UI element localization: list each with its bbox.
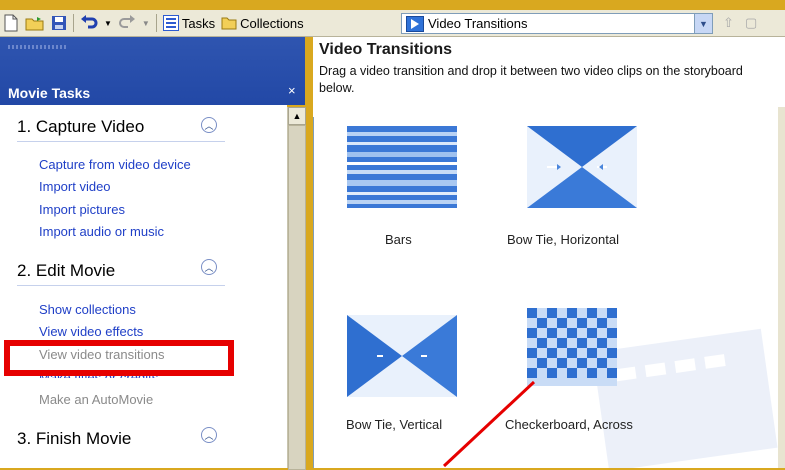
movie-tasks-title: Movie Tasks — [8, 85, 91, 101]
tasks-label: Tasks — [181, 15, 216, 31]
section-title-capture-video[interactable]: 1. Capture Video — [17, 117, 144, 137]
new-project-icon[interactable] — [0, 12, 22, 34]
tasks-icon — [162, 15, 179, 31]
toolbar-separator — [73, 14, 74, 32]
tile-caption-bow-tie-horizontal: Bow Tie, Horizontal — [507, 232, 619, 247]
task-link-make-automovie: Make an AutoMovie — [39, 392, 154, 407]
combo-value: Video Transitions — [428, 16, 528, 31]
combo-dropdown-icon[interactable]: ▼ — [694, 14, 712, 33]
task-link-import-pictures[interactable]: Import pictures — [39, 202, 125, 217]
toolbar-separator — [155, 14, 157, 32]
undo-icon[interactable] — [77, 12, 101, 34]
redo-icon — [115, 12, 139, 34]
pane-divider — [313, 117, 314, 468]
bars-transition-icon — [347, 126, 457, 208]
section-divider — [17, 285, 225, 286]
collections-label: Collections — [240, 15, 304, 31]
task-link-capture-from-device[interactable]: Capture from video device — [39, 157, 191, 172]
save-project-icon[interactable] — [48, 12, 70, 34]
tile-caption-bow-tie-vertical: Bow Tie, Vertical — [346, 417, 443, 432]
annotation-highlight-box — [4, 340, 234, 376]
tasks-button[interactable]: Tasks — [160, 12, 218, 34]
collection-scrollbar[interactable] — [778, 107, 785, 468]
toolbar: ▼ ▼ Tasks Collections Video Transitions … — [0, 10, 785, 37]
open-project-icon[interactable] — [22, 12, 48, 34]
undo-dropdown-icon[interactable]: ▼ — [101, 12, 115, 34]
task-link-import-audio[interactable]: Import audio or music — [39, 224, 164, 239]
scroll-up-icon[interactable]: ▲ — [288, 107, 306, 125]
section-title-finish-movie[interactable]: 3. Finish Movie — [17, 429, 131, 449]
redo-dropdown-icon: ▼ — [141, 18, 150, 28]
collapse-capture-video-icon[interactable]: ︿ — [201, 117, 217, 133]
app-frame: ▼ ▼ Tasks Collections Video Transitions … — [0, 0, 785, 470]
close-icon[interactable]: × — [288, 83, 296, 98]
task-link-import-video[interactable]: Import video — [39, 179, 111, 194]
bow-tie-horizontal-icon — [527, 126, 637, 208]
checkerboard-across-icon — [527, 308, 617, 386]
movie-tasks-pane: Movie Tasks × 1. Capture Video ︿ Capture… — [0, 37, 305, 468]
collapse-edit-movie-icon[interactable]: ︿ — [201, 259, 217, 275]
task-link-view-video-effects[interactable]: View video effects — [39, 324, 143, 339]
header-decoration — [8, 45, 68, 49]
pane-description: Drag a video transition and drop it betw… — [319, 64, 743, 95]
collections-button[interactable]: Collections — [218, 12, 307, 34]
pane-title: Video Transitions — [319, 41, 453, 58]
movie-tasks-header: Movie Tasks × — [0, 37, 305, 105]
section-divider — [17, 141, 225, 142]
collection-combo[interactable]: Video Transitions ▼ — [401, 13, 713, 34]
video-transitions-icon — [406, 15, 424, 32]
section-title-edit-movie[interactable]: 2. Edit Movie — [17, 261, 115, 281]
tasks-scrollbar[interactable]: ▲ — [287, 107, 306, 470]
folder-icon — [221, 17, 237, 30]
up-folder-icon: ⇧ — [723, 15, 734, 30]
annotation-arrow — [442, 380, 536, 468]
scroll-thumb[interactable] — [288, 125, 306, 470]
collapse-finish-movie-icon[interactable]: ︿ — [201, 427, 217, 443]
tile-caption-bars: Bars — [385, 232, 412, 247]
new-folder-icon: ▢ — [745, 15, 758, 30]
task-link-show-collections[interactable]: Show collections — [39, 302, 136, 317]
